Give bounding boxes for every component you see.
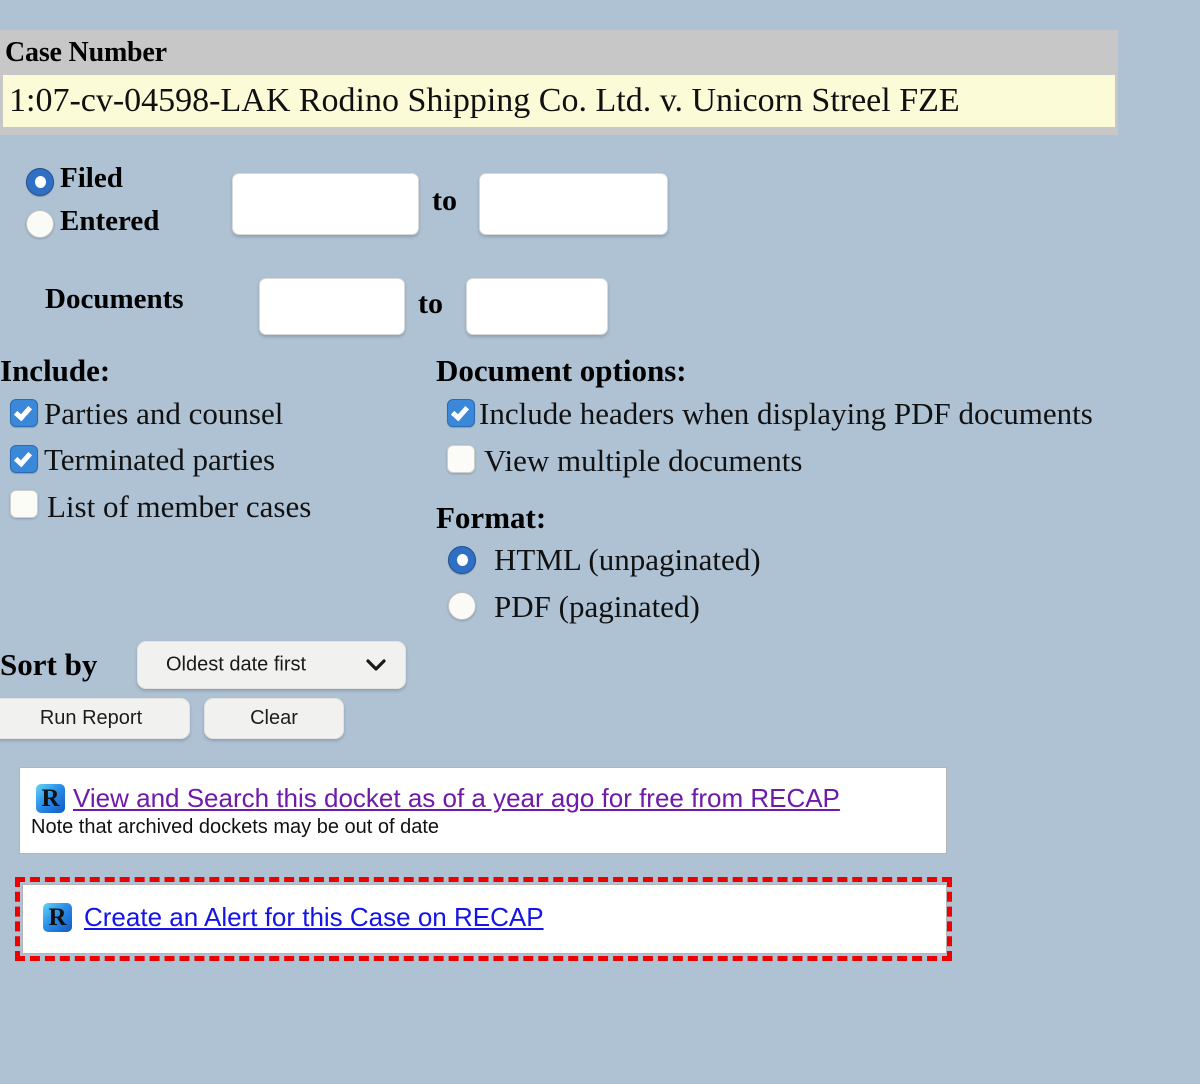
radio-entered-label: Entered bbox=[60, 205, 160, 237]
documents-to-input[interactable] bbox=[466, 278, 608, 335]
format-heading: Format: bbox=[436, 500, 547, 535]
date-to-label: to bbox=[432, 184, 457, 217]
radio-entered[interactable] bbox=[26, 210, 54, 238]
documents-from-input[interactable] bbox=[259, 278, 405, 335]
filed-from-input[interactable] bbox=[232, 173, 419, 235]
recap-archive-link[interactable]: View and Search this docket as of a year… bbox=[73, 783, 840, 814]
documents-to-label: to bbox=[418, 287, 443, 320]
run-report-button[interactable]: Run Report bbox=[0, 698, 190, 739]
recap-logo-icon: R bbox=[43, 903, 72, 932]
docket-report-page: Case Number Filed Entered to Documents t… bbox=[0, 0, 1200, 1084]
recap-alert-link[interactable]: Create an Alert for this Case on RECAP bbox=[84, 902, 544, 933]
recap-archive-link-row[interactable]: R View and Search this docket as of a ye… bbox=[36, 783, 840, 814]
radio-filed[interactable] bbox=[26, 168, 54, 196]
radio-html-unpaginated-label: HTML (unpaginated) bbox=[494, 542, 761, 577]
case-number-header: Case Number bbox=[0, 30, 1118, 135]
sort-by-selected-value: Oldest date first bbox=[166, 653, 307, 676]
documents-range-label: Documents bbox=[45, 283, 184, 315]
checkbox-terminated-parties-label: Terminated parties bbox=[44, 442, 276, 477]
case-number-label: Case Number bbox=[5, 37, 167, 68]
checkbox-list-of-member-cases-label: List of member cases bbox=[47, 489, 312, 524]
checkbox-include-headers[interactable] bbox=[447, 399, 475, 427]
checkbox-parties-and-counsel[interactable] bbox=[10, 399, 38, 427]
filed-to-input[interactable] bbox=[479, 173, 668, 235]
checkbox-view-multiple-documents[interactable] bbox=[447, 445, 475, 473]
radio-html-unpaginated[interactable] bbox=[448, 546, 476, 574]
radio-pdf-paginated-label: PDF (paginated) bbox=[494, 589, 700, 624]
recap-archive-note: Note that archived dockets may be out of… bbox=[31, 816, 440, 838]
radio-pdf-paginated[interactable] bbox=[448, 592, 476, 620]
include-heading: Include: bbox=[0, 353, 111, 388]
checkbox-list-of-member-cases[interactable] bbox=[10, 490, 38, 518]
clear-button[interactable]: Clear bbox=[204, 698, 344, 739]
date-range-row: Filed Entered to bbox=[0, 160, 700, 250]
radio-filed-label: Filed bbox=[60, 162, 123, 194]
recap-alert-link-row[interactable]: R Create an Alert for this Case on RECAP bbox=[43, 902, 544, 933]
sort-by-select[interactable]: Oldest date first bbox=[137, 641, 406, 689]
sort-by-label: Sort by bbox=[0, 647, 98, 682]
documents-range-row: Documents to bbox=[0, 270, 700, 350]
document-options-heading: Document options: bbox=[436, 353, 687, 388]
checkbox-parties-and-counsel-label: Parties and counsel bbox=[44, 396, 284, 431]
checkbox-view-multiple-documents-label: View multiple documents bbox=[484, 443, 803, 478]
checkbox-include-headers-label: Include headers when displaying PDF docu… bbox=[479, 396, 1093, 431]
chevron-down-icon bbox=[365, 654, 387, 676]
case-number-input[interactable] bbox=[3, 75, 1115, 127]
checkbox-terminated-parties[interactable] bbox=[10, 445, 38, 473]
recap-logo-icon: R bbox=[36, 784, 65, 813]
